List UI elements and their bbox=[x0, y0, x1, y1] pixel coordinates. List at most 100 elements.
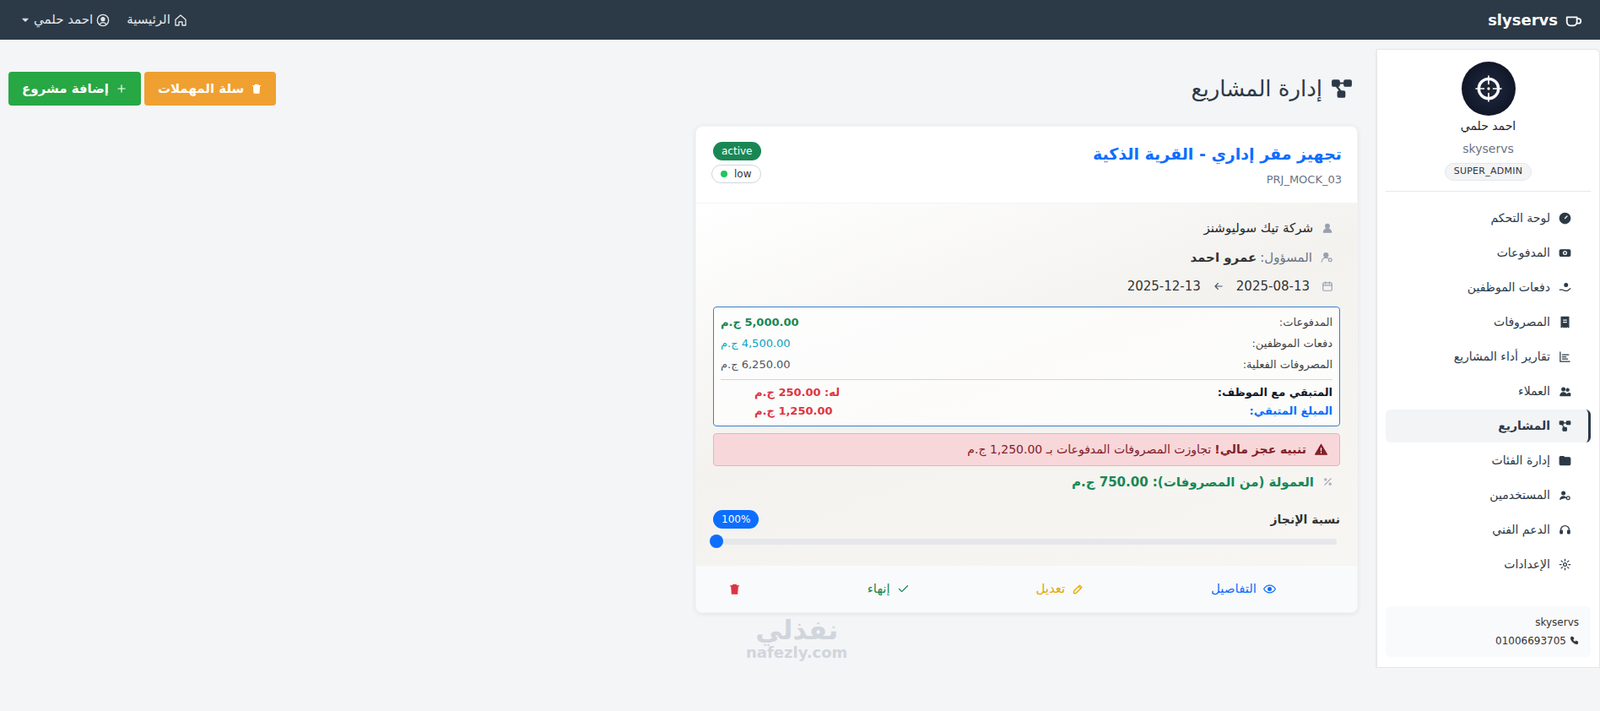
dropdown-caret-icon bbox=[20, 15, 31, 26]
eye-icon bbox=[1263, 582, 1276, 595]
total-value-wrap: له: 250.00 ج.م bbox=[720, 383, 840, 401]
dashboard-icon bbox=[1558, 211, 1572, 225]
project-diagram-icon bbox=[1330, 77, 1353, 100]
footer-company: skyservs bbox=[1397, 614, 1579, 630]
avatar[interactable] bbox=[1461, 61, 1516, 116]
sidebar-item[interactable]: المستخدمين bbox=[1385, 478, 1591, 512]
sidebar-label: المدفوعات bbox=[1497, 243, 1551, 262]
project-title[interactable]: تجهيز مقر إداري - القرية الذكية bbox=[1092, 141, 1342, 167]
total-label: المتبقي مع الموظف: bbox=[1217, 383, 1333, 401]
sidebar-item[interactable]: تقارير أداء المشاريع bbox=[1385, 340, 1591, 373]
edit-icon bbox=[1071, 582, 1085, 595]
top-nav: الرئيسية احمد حلمي bbox=[10, 10, 188, 30]
sidebar-label: دفعات الموظفين bbox=[1467, 278, 1551, 297]
payments-icon bbox=[1558, 246, 1572, 260]
sidebar-item[interactable]: لوحة التحكم bbox=[1385, 201, 1591, 235]
sidebar-item[interactable]: المصروفات bbox=[1385, 305, 1591, 339]
home-label: الرئيسية bbox=[126, 10, 171, 30]
finance-label: المصروفات الفعلية: bbox=[1243, 356, 1333, 373]
warning-icon bbox=[1314, 443, 1328, 456]
reports-icon bbox=[1558, 350, 1572, 363]
total-value: 1,250.00 ج.م bbox=[754, 404, 833, 417]
support-icon bbox=[1558, 523, 1572, 536]
sidebar-label: إدارة الفئات bbox=[1491, 451, 1551, 470]
sidebar-label: العملاء bbox=[1518, 382, 1551, 400]
trash-button[interactable]: سلة المهملات bbox=[144, 71, 276, 106]
commission: العمولة (من المصروفات): 750.00 ج.م bbox=[1071, 472, 1314, 492]
sidebar: احمد حلميskyservsSUPER_ADMINلوحة التحكما… bbox=[1376, 48, 1600, 668]
sidebar-item[interactable]: إدارة الفئات bbox=[1385, 443, 1591, 477]
compass-logo-icon bbox=[1471, 71, 1506, 106]
top-navbar: slyservs الرئيسية احمد حلمي bbox=[0, 0, 1600, 40]
coffee-cup-icon bbox=[1564, 10, 1584, 30]
finance-label: المدفوعات: bbox=[1279, 313, 1333, 331]
arrow-left-icon bbox=[1212, 280, 1225, 292]
priority-badge: low bbox=[711, 164, 762, 184]
project-code: PRJ_MOCK_03 bbox=[1092, 171, 1342, 189]
edit-button[interactable]: تعديل bbox=[1035, 578, 1085, 599]
trash-icon bbox=[250, 82, 263, 95]
sidebar-item[interactable]: المشاريع bbox=[1385, 409, 1591, 443]
brand-name[interactable]: slyservs bbox=[1487, 8, 1558, 32]
finish-button[interactable]: إنهاء bbox=[867, 578, 910, 599]
delete-button[interactable] bbox=[721, 582, 741, 595]
sidebar-label: الدعم الفني bbox=[1491, 520, 1551, 539]
user-circle-icon bbox=[96, 13, 110, 28]
manager-label: المسؤول: bbox=[1259, 248, 1313, 268]
trash-icon bbox=[728, 582, 741, 595]
client-name: شركة تيك سوليوشنز bbox=[1204, 218, 1314, 238]
home-icon bbox=[173, 13, 188, 28]
user-menu[interactable]: احمد حلمي bbox=[20, 10, 110, 30]
finance-total-row: المبلغ المتبقي: 1,250.00 ج.م bbox=[720, 401, 1333, 421]
finance-total-row: المتبقي مع الموظف: له: 250.00 ج.م bbox=[720, 383, 1333, 402]
watermark-arabic: نفذلي bbox=[755, 616, 838, 644]
finance-value: 6,250.00 ج.م bbox=[720, 356, 791, 373]
finance-value: 5,000.00 ج.م bbox=[720, 313, 800, 331]
priority-dot bbox=[720, 170, 728, 178]
progress-label: نسبة الإنجاز bbox=[1270, 510, 1341, 529]
progress-knob[interactable] bbox=[709, 534, 724, 548]
footer-phone: 01006693705 bbox=[1495, 632, 1567, 649]
check-icon bbox=[897, 582, 910, 595]
clients-icon bbox=[1558, 384, 1572, 398]
sidebar-label: تقارير أداء المشاريع bbox=[1454, 347, 1551, 366]
total-value-wrap: 1,250.00 ج.م bbox=[720, 402, 833, 420]
watermark-latin: nafezly.com bbox=[745, 644, 848, 660]
sidebar-label: المصروفات bbox=[1493, 313, 1551, 331]
percent-icon bbox=[1322, 475, 1334, 487]
alert-message: تجاوزت المصروفات المدفوعات بـ 1,250.00 ج… bbox=[967, 440, 1211, 459]
progress-section: نسبة الإنجاز100% bbox=[713, 509, 1341, 545]
sidebar-item[interactable]: الدعم الفني bbox=[1385, 513, 1591, 546]
user-name: احمد حلمي bbox=[33, 10, 93, 30]
finance-value: 4,500.00 ج.م bbox=[720, 335, 791, 352]
categories-icon bbox=[1558, 454, 1572, 467]
phone-icon bbox=[1569, 635, 1579, 645]
expenses-icon bbox=[1558, 315, 1572, 329]
finance-label: دفعات الموظفين: bbox=[1251, 335, 1333, 352]
deficit-alert: تنبيه عجز مالي!تجاوزت المصروفات المدفوعا… bbox=[713, 432, 1341, 466]
card-header: تجهيز مقر إداري - القرية الذكية PRJ_MOCK_… bbox=[696, 126, 1357, 204]
progress-track[interactable] bbox=[716, 538, 1337, 545]
sidebar-item[interactable]: دفعات الموظفين bbox=[1385, 270, 1591, 304]
home-link[interactable]: الرئيسية bbox=[126, 10, 188, 30]
status-badge: active bbox=[713, 141, 761, 161]
button-label: إضافة مشروع bbox=[21, 79, 109, 99]
alert-title: تنبيه عجز مالي! bbox=[1214, 440, 1307, 459]
sidebar-item[interactable]: المدفوعات bbox=[1385, 236, 1591, 270]
brand[interactable]: slyservs bbox=[1487, 8, 1590, 32]
sidebar-label: المشاريع bbox=[1497, 416, 1551, 435]
main-content: إدارة المشاريعسلة المهملاتإضافة مشروعتجه… bbox=[0, 39, 1377, 660]
card-footer: التفاصيل تعديل إنهاء bbox=[696, 564, 1357, 612]
sidebar-item[interactable]: العملاء bbox=[1385, 374, 1591, 408]
projects-icon bbox=[1558, 419, 1572, 433]
total-label: المبلغ المتبقي: bbox=[1249, 402, 1333, 420]
details-button[interactable]: التفاصيل bbox=[1210, 578, 1276, 599]
sidebar-item[interactable]: الإعدادات bbox=[1385, 547, 1591, 581]
client-user-icon bbox=[1321, 221, 1334, 234]
finance-row: دفعات الموظفين: 4,500.00 ج.م bbox=[720, 333, 1333, 355]
finance-box: المدفوعات: 5,000.00 ج.م دفعات الموظفين: 4,5… bbox=[713, 306, 1341, 427]
manager-icon bbox=[1320, 250, 1334, 264]
manager-name: عمرو احمد bbox=[1189, 248, 1257, 268]
add-project-button[interactable]: إضافة مشروع bbox=[8, 71, 141, 106]
sidebar-footer: skyservs 01006693705 bbox=[1385, 605, 1591, 657]
